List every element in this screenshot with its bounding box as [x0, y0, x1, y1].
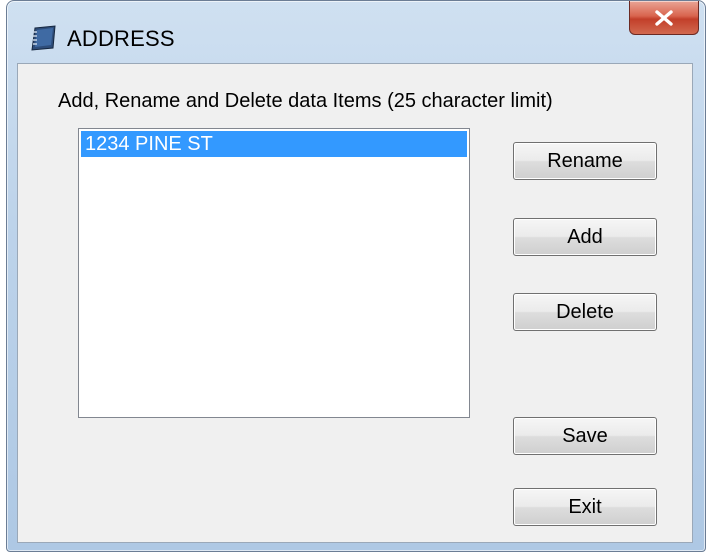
window-title: ADDRESS [67, 26, 175, 51]
notebook-icon [29, 25, 59, 51]
delete-button[interactable]: Delete [513, 293, 657, 331]
address-dialog: ADDRESS Add, Rename and Delete data Item… [6, 0, 706, 552]
exit-button[interactable]: Exit [513, 488, 657, 526]
close-button[interactable] [629, 1, 699, 35]
save-button[interactable]: Save [513, 417, 657, 455]
instructions-label: Add, Rename and Delete data Items (25 ch… [58, 90, 553, 112]
rename-button[interactable]: Rename [513, 142, 657, 180]
dialog-body: Add, Rename and Delete data Items (25 ch… [17, 63, 693, 543]
list-item[interactable]: 1234 PINE ST [81, 131, 467, 157]
address-listbox[interactable]: 1234 PINE ST [78, 128, 470, 418]
add-button[interactable]: Add [513, 218, 657, 256]
